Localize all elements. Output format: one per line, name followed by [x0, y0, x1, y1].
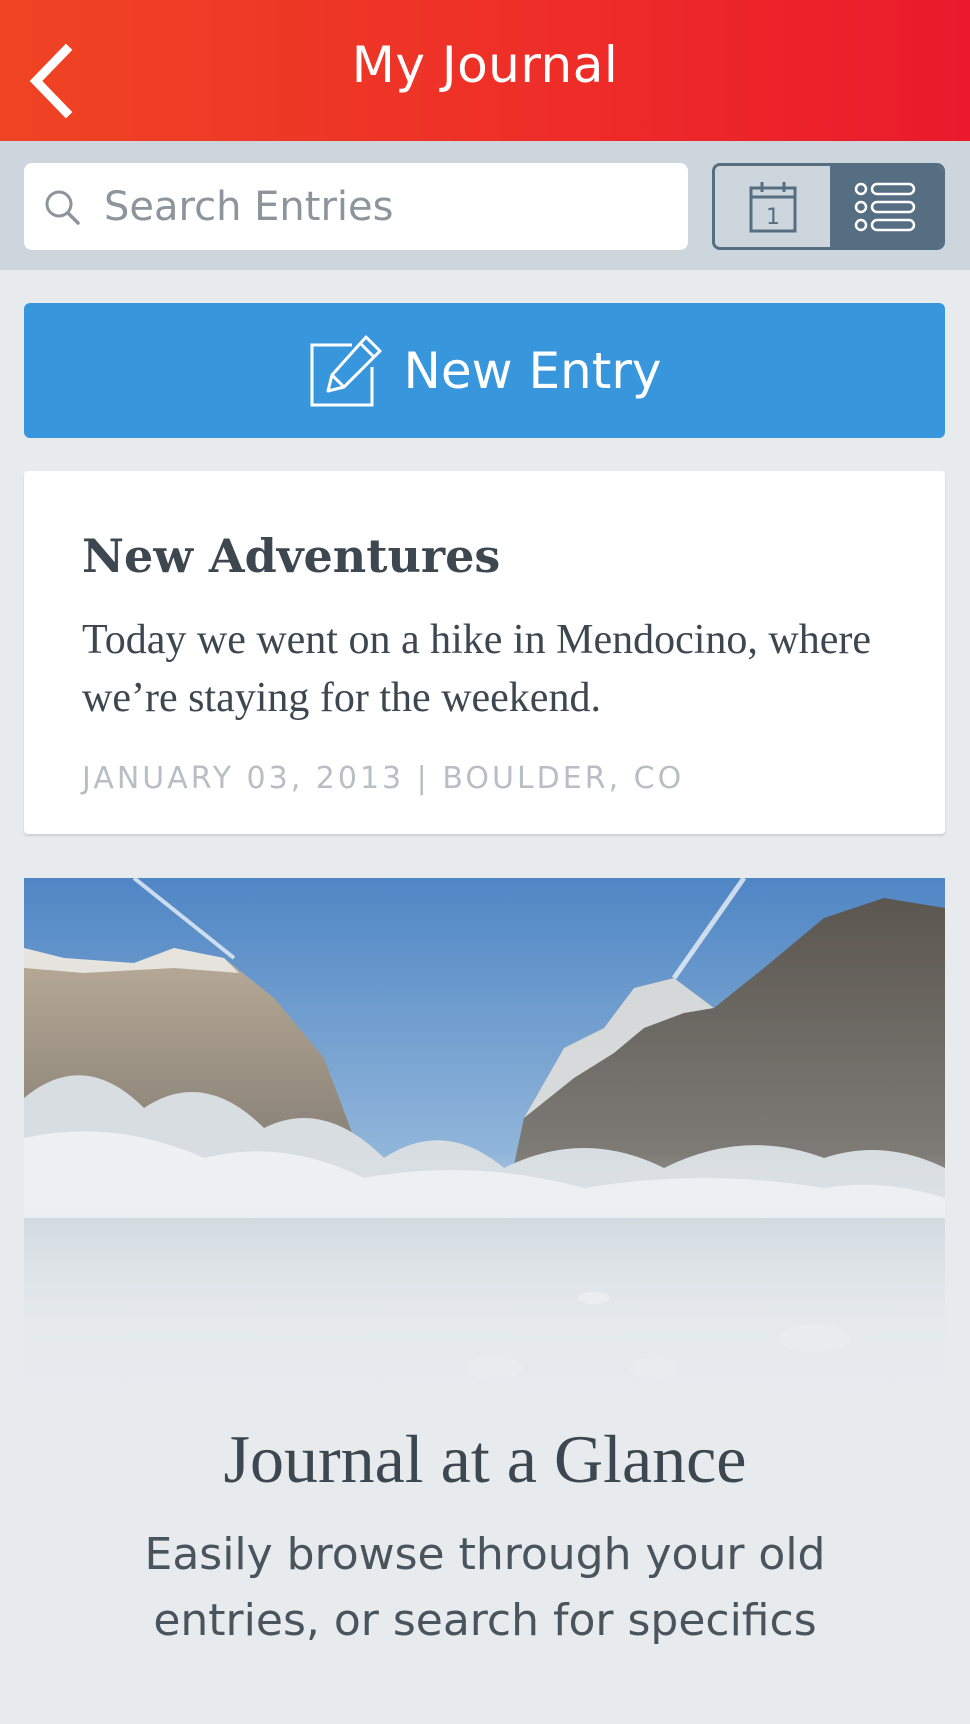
calendar-day: 1 — [766, 205, 780, 230]
calendar-view-button[interactable]: 1 — [715, 166, 830, 247]
hero-image — [24, 878, 945, 1413]
search-input[interactable] — [104, 163, 674, 250]
promo-subtitle: Easily browse through your old entries, … — [144, 1529, 826, 1646]
new-entry-button[interactable]: New Entry — [24, 303, 945, 438]
calendar-icon: 1 — [749, 181, 796, 232]
view-toggle: 1 — [712, 163, 945, 250]
search-toolbar: 1 — [0, 141, 970, 270]
entry-title: New Adventures — [82, 529, 501, 583]
new-entry-label: New Entry — [403, 341, 662, 400]
journal-entry-card[interactable]: New Adventures Today we went on a hike i… — [24, 471, 945, 834]
page-title: My Journal — [351, 36, 619, 94]
promo-title: Journal at a Glance — [223, 1421, 747, 1497]
search-icon — [45, 190, 80, 225]
app-header: My Journal — [0, 0, 970, 141]
search-field[interactable] — [24, 163, 688, 250]
list-icon — [854, 182, 916, 231]
entry-meta: JANUARY 03, 2013 | BOULDER, CO — [82, 761, 685, 796]
list-view-button[interactable] — [830, 166, 942, 247]
edit-icon — [310, 335, 381, 406]
entry-excerpt: Today we went on a hike in Mendocino, wh… — [82, 617, 871, 721]
